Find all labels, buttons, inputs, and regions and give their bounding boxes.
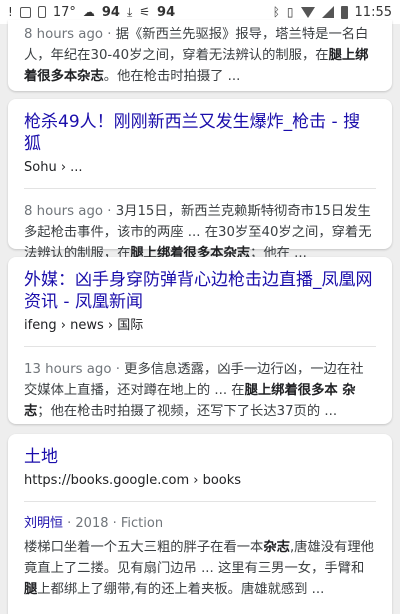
result-title-link[interactable]: 外媒：凶手身穿防弹背心边枪击边直播_凤凰网资讯 - 凤凰新闻 [24,269,376,313]
result-snippet: 8 hours ago · 3月15日，新西兰克赖斯特彻奇市15日发生多起枪击事… [24,204,372,261]
temperature: 17° [52,4,76,20]
signal-icon [321,6,334,18]
phone-icon [37,6,46,18]
result-snippet: 8 hours ago · 据《新西兰先驱报》报导，塔兰特是一名白人，年纪在30… [24,27,369,84]
result-meta: 13 hours ago · [24,362,125,377]
cloud-icon: ☁ [82,5,95,19]
result-meta: 8 hours ago · [24,27,116,42]
vibrate-icon: ▯ [286,5,294,19]
result-title-link[interactable]: 枪杀49人！刚刚新西兰又发生爆炸_枪击 - 搜狐 [24,111,376,155]
result-url[interactable]: ifeng › news › 国际 [24,316,376,336]
alert-icon: ! [8,5,13,19]
status-count-right: 94 [157,4,176,20]
result-meta: 8 hours ago · [24,204,116,219]
result-url[interactable]: https://books.google.com › books [24,471,376,491]
bluetooth-icon: ᛒ [272,5,280,19]
status-count-left: 94 [101,4,120,20]
result-title-link[interactable]: 土地 [24,446,376,468]
divider [24,188,376,189]
result-snippet: 楼梯口坐着一个五大三粗的胖子在看一本杂志,唐雄没有理他竟直上了二搂。见有扇门边吊… [24,540,374,597]
snippet-bold: 杂志 [263,540,290,555]
result-card-1[interactable]: 8 hours ago · 据《新西兰先驱报》报导，塔兰特是一名白人，年纪在30… [8,20,392,91]
author-link[interactable]: 刘明恒 [24,516,63,531]
divider [24,346,376,347]
result-snippet: 13 hours ago · 更多信息透露，凶手一边行凶，一边在社交媒体上直播，… [24,362,364,419]
app-icon [19,6,31,18]
wifi-icon [300,6,315,18]
snippet-bold: 腿 [24,582,38,597]
result-url[interactable]: Sohu › ... [24,158,376,178]
book-meta: 刘明恒 · 2018 · Fiction [24,516,164,531]
result-card-3: 外媒：凶手身穿防弹背心边枪击边直播_凤凰网资讯 - 凤凰新闻 ifeng › n… [8,257,392,424]
clock-time: 11:55 [354,4,392,20]
battery-icon [340,5,348,19]
result-card-4: 土地 https://books.google.com › books 刘明恒 … [8,434,392,614]
divider [24,501,376,502]
activity-icon: ⚟ [139,5,151,19]
result-card-2: 枪杀49人！刚刚新西兰又发生爆炸_枪击 - 搜狐 Sohu › ... 8 ho… [8,99,392,261]
download-icon: ⤓ [126,5,133,19]
